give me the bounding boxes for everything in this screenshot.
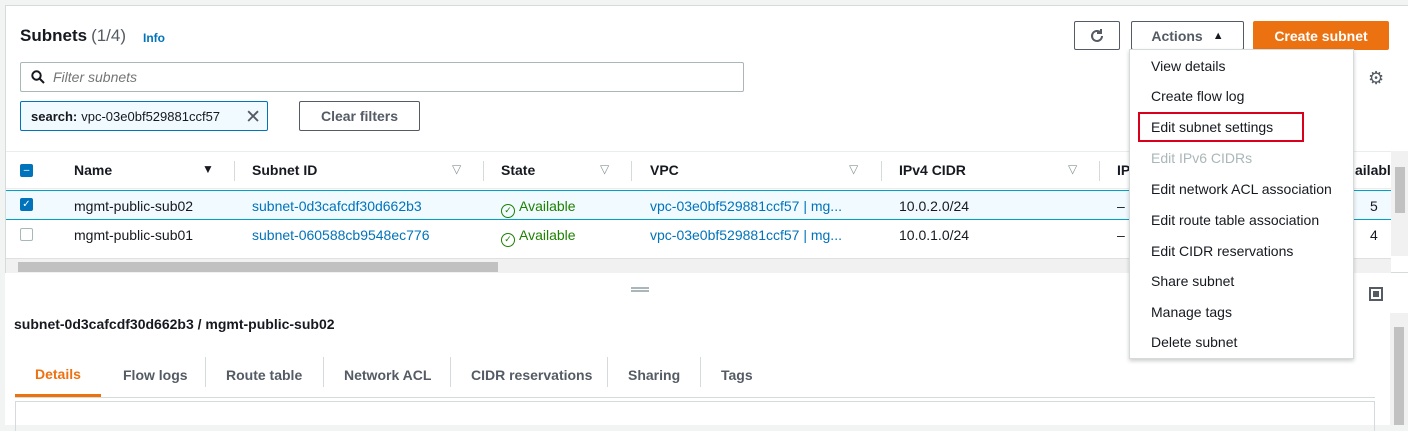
search-icon [31,70,45,84]
col-name[interactable]: Name [74,162,112,178]
sort-icon[interactable]: ▽ [452,162,461,176]
menu-item-manage-tags[interactable]: Manage tags [1130,297,1353,327]
tab-flow-logs[interactable]: Flow logs [103,353,208,397]
col-vpc[interactable]: VPC [650,162,679,178]
cell-available: 5 [1370,198,1378,214]
vertical-scrollbar[interactable] [1390,313,1408,425]
col-available[interactable]: ailabl [1355,162,1391,178]
tab-cidr-reservations[interactable]: CIDR reservations [451,353,612,397]
refresh-button[interactable] [1074,21,1120,50]
tab-tags[interactable]: Tags [701,353,773,397]
refresh-icon [1091,28,1103,42]
menu-item-view-details[interactable]: View details [1130,51,1353,81]
details-tabs: Details Flow logs Route table Network AC… [15,353,1375,398]
cell-vpc[interactable]: vpc-03e0bf529881ccf57 | mg... [650,227,842,243]
filter-token: search: vpc-03e0bf529881ccf57 ✕ [20,101,268,131]
col-divider [234,161,235,181]
menu-item-edit-subnet-settings[interactable]: Edit subnet settings [1138,112,1304,142]
col-divider [1099,161,1100,181]
expand-icon[interactable] [1369,287,1383,301]
menu-item-edit-route-table[interactable]: Edit route table association [1130,205,1353,235]
remove-filter-icon[interactable]: ✕ [245,106,261,129]
clear-filters-button[interactable]: Clear filters [299,101,420,131]
menu-item-share-subnet[interactable]: Share subnet [1130,266,1353,296]
check-circle-icon: ✓ [501,233,515,247]
tab-details[interactable]: Details [15,353,101,397]
actions-menu: View details Create flow log Edit subnet… [1129,49,1354,359]
search-box[interactable] [20,62,744,92]
sort-icon[interactable]: ▽ [600,162,609,176]
tab-sharing[interactable]: Sharing [608,353,700,397]
cell-ipv6: – [1117,227,1125,243]
col-divider [483,161,484,181]
row-checkbox[interactable] [20,228,33,241]
menu-item-create-flow-log[interactable]: Create flow log [1130,81,1353,111]
cell-available: 4 [1370,227,1378,243]
gear-icon[interactable]: ⚙ [1368,68,1384,89]
select-all-checkbox[interactable]: – [20,164,33,177]
menu-item-edit-network-acl[interactable]: Edit network ACL association [1130,174,1353,204]
page: Subnets (1/4) Info Actions ▲ Create subnet… [0,0,1408,431]
check-circle-icon: ✓ [501,204,515,218]
tab-route-table[interactable]: Route table [206,353,322,397]
cell-name: mgmt-public-sub02 [74,198,194,214]
row-checkbox[interactable]: ✓ [20,198,33,211]
cell-subnet-id[interactable]: subnet-060588cb9548ec776 [252,227,430,243]
info-link[interactable]: Info [143,31,165,45]
cell-name: mgmt-public-sub01 [74,227,194,243]
menu-item-delete-subnet[interactable]: Delete subnet [1130,327,1353,357]
col-subnet-id[interactable]: Subnet ID [252,162,317,178]
cell-ipv6: – [1117,198,1125,214]
cell-vpc[interactable]: vpc-03e0bf529881ccf57 | mg... [650,198,842,214]
vertical-scrollbar[interactable] [1391,151,1408,256]
cell-state: ✓ Available [501,198,576,218]
cell-cidr: 10.0.2.0/24 [899,198,970,214]
filter-token-value: vpc-03e0bf529881ccf57 [81,108,221,124]
cell-state: ✓ Available [501,227,576,247]
scroll-thumb[interactable] [1395,167,1405,213]
sort-icon[interactable]: ▽ [849,162,858,176]
menu-item-edit-cidr-reservations[interactable]: Edit CIDR reservations [1130,236,1353,266]
selection-count: (1/4) [91,26,127,45]
cell-subnet-id[interactable]: subnet-0d3cafcdf30d662b3 [252,198,422,214]
page-title: Subnets (1/4) [20,26,127,45]
col-state[interactable]: State [501,162,535,178]
cell-cidr: 10.0.1.0/24 [899,227,970,243]
create-subnet-button[interactable]: Create subnet [1253,21,1389,50]
col-ipv4-cidr[interactable]: IPv4 CIDR [899,162,966,178]
actions-button[interactable]: Actions ▲ [1131,21,1244,50]
details-content [15,401,1375,431]
details-title: subnet-0d3cafcdf30d662b3 / mgmt-public-s… [14,316,335,332]
menu-item-edit-ipv6-cidrs: Edit IPv6 CIDRs [1151,150,1253,166]
filter-token-key: search: [31,108,78,124]
scroll-thumb[interactable] [18,262,498,272]
col-divider [881,161,882,181]
sort-icon[interactable]: ▽ [1068,162,1077,176]
resize-handle[interactable] [631,287,649,292]
col-divider [631,161,632,181]
tab-network-acl[interactable]: Network ACL [324,353,451,397]
search-input[interactable] [53,69,653,85]
sort-desc-icon[interactable]: ▼ [202,162,214,176]
caret-up-icon: ▲ [1212,29,1224,42]
scroll-thumb[interactable] [1394,327,1404,425]
